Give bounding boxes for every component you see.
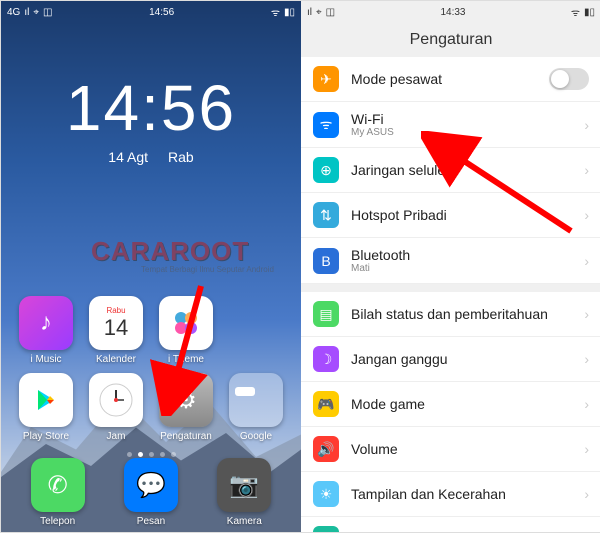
clock-date: 14 Agt [108, 149, 148, 165]
setting-row-0[interactable]: ✈ Mode pesawat [301, 57, 600, 102]
arrow-to-settings [141, 276, 211, 416]
battery-icon: ▮▯ [584, 7, 595, 18]
setting-icon: ▤ [313, 301, 339, 327]
chevron-right-icon: › [584, 351, 589, 367]
setting-row-9[interactable]: ☀ Tampilan dan Kecerahan› [301, 472, 600, 517]
folder-icon: G [229, 373, 283, 427]
setting-label: Wi-Fi [351, 111, 584, 127]
app-google-folder[interactable]: G Google [221, 373, 291, 442]
setting-label: Mode pesawat [351, 71, 549, 87]
setting-icon: ☀ [313, 481, 339, 507]
setting-label: Volume [351, 441, 584, 457]
chevron-right-icon: › [584, 117, 589, 133]
network-label: 4G [7, 7, 20, 18]
setting-icon: ᯤ [313, 112, 339, 138]
status-time: 14:33 [440, 7, 465, 18]
clock-widget[interactable]: 14:56 14 Agt Rab [1, 71, 301, 165]
wifi-icon: ᯤ [271, 5, 280, 19]
status-time: 14:56 [149, 7, 174, 18]
page-title: Pengaturan [301, 23, 600, 57]
arrow-to-cellular [421, 131, 581, 241]
signal-icon: ıl [24, 7, 29, 18]
watermark: CARAROOT [91, 236, 249, 267]
watermark-sub: Tempat Berbagi Ilmu Seputar Android [141, 265, 274, 274]
app-imusic[interactable]: ♪ i Music [11, 296, 81, 365]
setting-label: Mode game [351, 396, 584, 412]
clock-time: 14:56 [1, 71, 301, 145]
setting-icon: B [313, 248, 339, 274]
chevron-right-icon: › [584, 486, 589, 502]
camera-icon: 📷 [217, 458, 271, 512]
chevron-right-icon: › [584, 396, 589, 412]
chevron-right-icon: › [584, 162, 589, 178]
clock-day: Rab [168, 149, 194, 165]
setting-icon: ⊕ [313, 157, 339, 183]
chevron-right-icon: › [584, 531, 589, 532]
clock-icon [89, 373, 143, 427]
app-messages[interactable]: 💬 Pesan [124, 458, 178, 527]
settings-screen: ıl ⌖ ◫ 14:33 ᯤ ▮▯ Pengaturan ✈ Mode pesaw… [301, 1, 600, 532]
setting-row-10[interactable]: T Wallpaper dan Font› [301, 517, 600, 532]
toggle-switch[interactable] [549, 68, 589, 90]
page-indicator[interactable] [1, 452, 301, 457]
setting-row-4[interactable]: B BluetoothMati› [301, 238, 600, 284]
setting-row-5[interactable]: ▤ Bilah status dan pemberitahuan› [301, 284, 600, 337]
settings-list[interactable]: ✈Mode pesawatᯤWi-FiMy ASUS›⊕Jaringan sel… [301, 57, 600, 532]
phone-icon: ✆ [31, 458, 85, 512]
setting-label: Tampilan dan Kecerahan [351, 486, 584, 502]
setting-icon: ☽ [313, 346, 339, 372]
setting-label: Wallpaper dan Font [351, 531, 584, 532]
music-icon: ♪ [19, 296, 73, 350]
wifi-icon: ᯤ [571, 5, 580, 19]
app-playstore[interactable]: Play Store [11, 373, 81, 442]
vibrate-icon: ◫ [326, 7, 335, 18]
app-phone[interactable]: ✆ Telepon [31, 458, 85, 527]
setting-label: Bilah status dan pemberitahuan [351, 306, 584, 322]
chevron-right-icon: › [584, 306, 589, 322]
signal-icon: ıl [307, 7, 312, 18]
status-bar-home: 4G ıl ⌖ ◫ 14:56 ᯤ ▮▯ [1, 1, 301, 23]
setting-icon: 🎮 [313, 391, 339, 417]
setting-icon: T [313, 526, 339, 532]
battery-icon: ▮▯ [284, 7, 295, 18]
vibrate-icon: ◫ [43, 7, 52, 18]
setting-icon: ✈ [313, 66, 339, 92]
app-camera[interactable]: 📷 Kamera [217, 458, 271, 527]
calendar-icon: Rabu 14 [89, 296, 143, 350]
setting-row-6[interactable]: ☽ Jangan ganggu› [301, 337, 600, 382]
setting-icon: 🔊 [313, 436, 339, 462]
chevron-right-icon: › [584, 253, 589, 269]
setting-row-8[interactable]: 🔊 Volume› [301, 427, 600, 472]
setting-label: Jangan ganggu [351, 351, 584, 367]
status-bar-settings: ıl ⌖ ◫ 14:33 ᯤ ▮▯ [301, 1, 600, 23]
setting-row-7[interactable]: 🎮 Mode game› [301, 382, 600, 427]
chevron-right-icon: › [584, 207, 589, 223]
setting-sub: Mati [351, 263, 584, 274]
chevron-right-icon: › [584, 441, 589, 457]
setting-icon: ⇅ [313, 202, 339, 228]
setting-label: Bluetooth [351, 247, 584, 263]
bluetooth-icon: ⌖ [33, 7, 39, 18]
dock: ✆ Telepon 💬 Pesan 📷 Kamera [1, 458, 301, 527]
bluetooth-icon: ⌖ [316, 7, 322, 18]
messages-icon: 💬 [124, 458, 178, 512]
playstore-icon [19, 373, 73, 427]
